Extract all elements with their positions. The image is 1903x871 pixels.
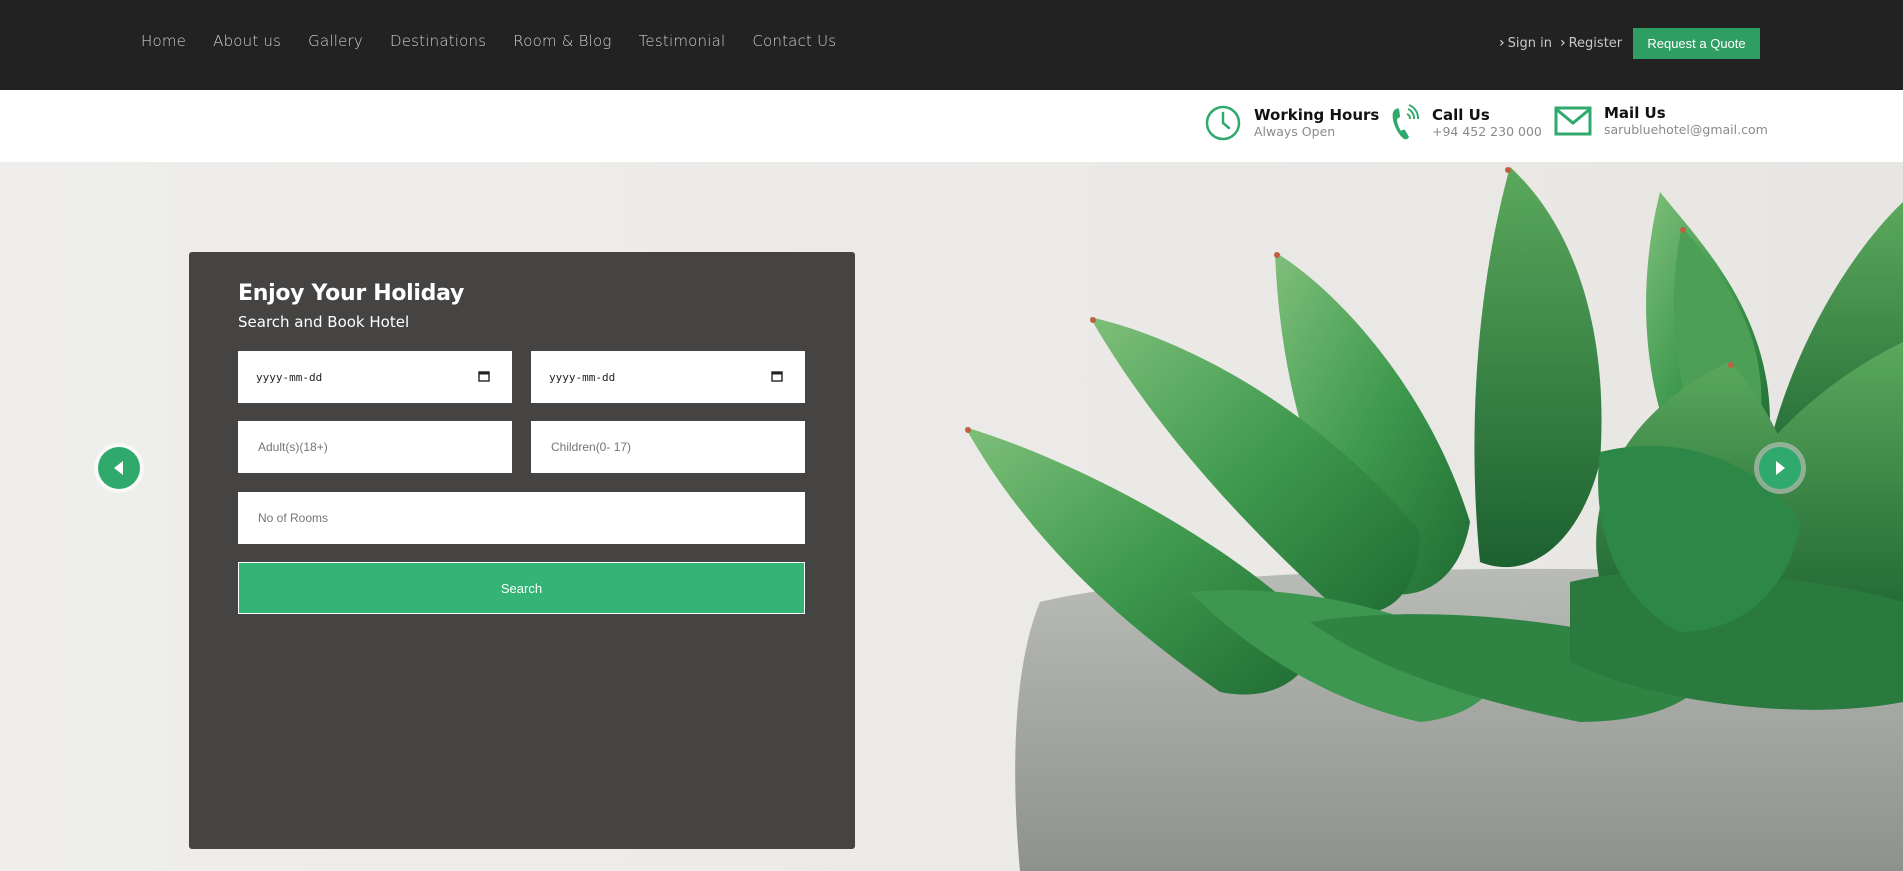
working-hours-value: Always Open — [1254, 124, 1336, 139]
nav-room-blog[interactable]: Room & Blog — [513, 32, 611, 50]
nav-home[interactable]: Home — [141, 32, 186, 50]
sign-in-label: Sign in — [1507, 35, 1552, 51]
mail-us-value: sarubluehotel@gmail.com — [1604, 122, 1768, 137]
children-input[interactable] — [549, 439, 753, 455]
call-us-value: +94 452 230 000 — [1432, 124, 1542, 139]
slider-next-button[interactable] — [1759, 447, 1801, 489]
working-hours-title: Working Hours — [1254, 106, 1380, 124]
register-link[interactable]: › Register — [1560, 35, 1622, 51]
mail-icon — [1554, 106, 1592, 136]
main-nav: Home About us Gallery Destinations Room … — [141, 32, 863, 50]
nav-destinations[interactable]: Destinations — [390, 32, 486, 50]
search-button[interactable]: Search — [238, 562, 805, 614]
call-us-title: Call Us — [1432, 106, 1490, 124]
rooms-input[interactable] — [256, 510, 760, 526]
request-quote-button[interactable]: Request a Quote — [1633, 28, 1760, 59]
adults-field[interactable] — [238, 421, 512, 473]
calendar-icon[interactable] — [771, 370, 783, 382]
booking-subtitle: Search and Book Hotel — [238, 313, 410, 331]
adults-input[interactable] — [256, 439, 460, 455]
nav-gallery[interactable]: Gallery — [308, 32, 363, 50]
mail-us-title: Mail Us — [1604, 104, 1666, 122]
phone-icon — [1392, 104, 1420, 140]
register-label: Register — [1568, 35, 1623, 51]
nav-contact-us[interactable]: Contact Us — [752, 32, 836, 50]
checkin-date-input[interactable]: yyyy-mm-dd — [238, 351, 512, 403]
top-navbar: Home About us Gallery Destinations Room … — [0, 0, 1903, 90]
rooms-field[interactable] — [238, 492, 805, 544]
children-field[interactable] — [531, 421, 805, 473]
clock-icon — [1205, 105, 1241, 141]
checkin-date-value: yyyy-mm-dd — [256, 370, 323, 384]
sign-in-link[interactable]: › Sign in — [1499, 35, 1552, 51]
booking-title: Enjoy Your Holiday — [238, 281, 465, 306]
checkout-date-input[interactable]: yyyy-mm-dd — [531, 351, 805, 403]
working-hours-info: Working Hours Always Open — [1204, 104, 1379, 142]
nav-testimonial[interactable]: Testimonial — [639, 32, 726, 50]
checkout-date-value: yyyy-mm-dd — [549, 370, 616, 384]
chevron-left-icon — [114, 461, 123, 475]
chevron-right-icon: › — [1560, 35, 1566, 51]
mail-us-info: Mail Us sarubluehotel@gmail.com — [1554, 104, 1768, 138]
booking-panel: Enjoy Your Holiday Search and Book Hotel… — [189, 252, 855, 849]
chevron-right-icon — [1776, 461, 1785, 475]
chevron-right-icon: › — [1499, 35, 1505, 51]
nav-about-us[interactable]: About us — [213, 32, 281, 50]
slider-prev-button[interactable] — [98, 447, 140, 489]
calendar-icon[interactable] — [478, 370, 490, 382]
call-us-info: Call Us +94 452 230 000 — [1390, 104, 1542, 142]
